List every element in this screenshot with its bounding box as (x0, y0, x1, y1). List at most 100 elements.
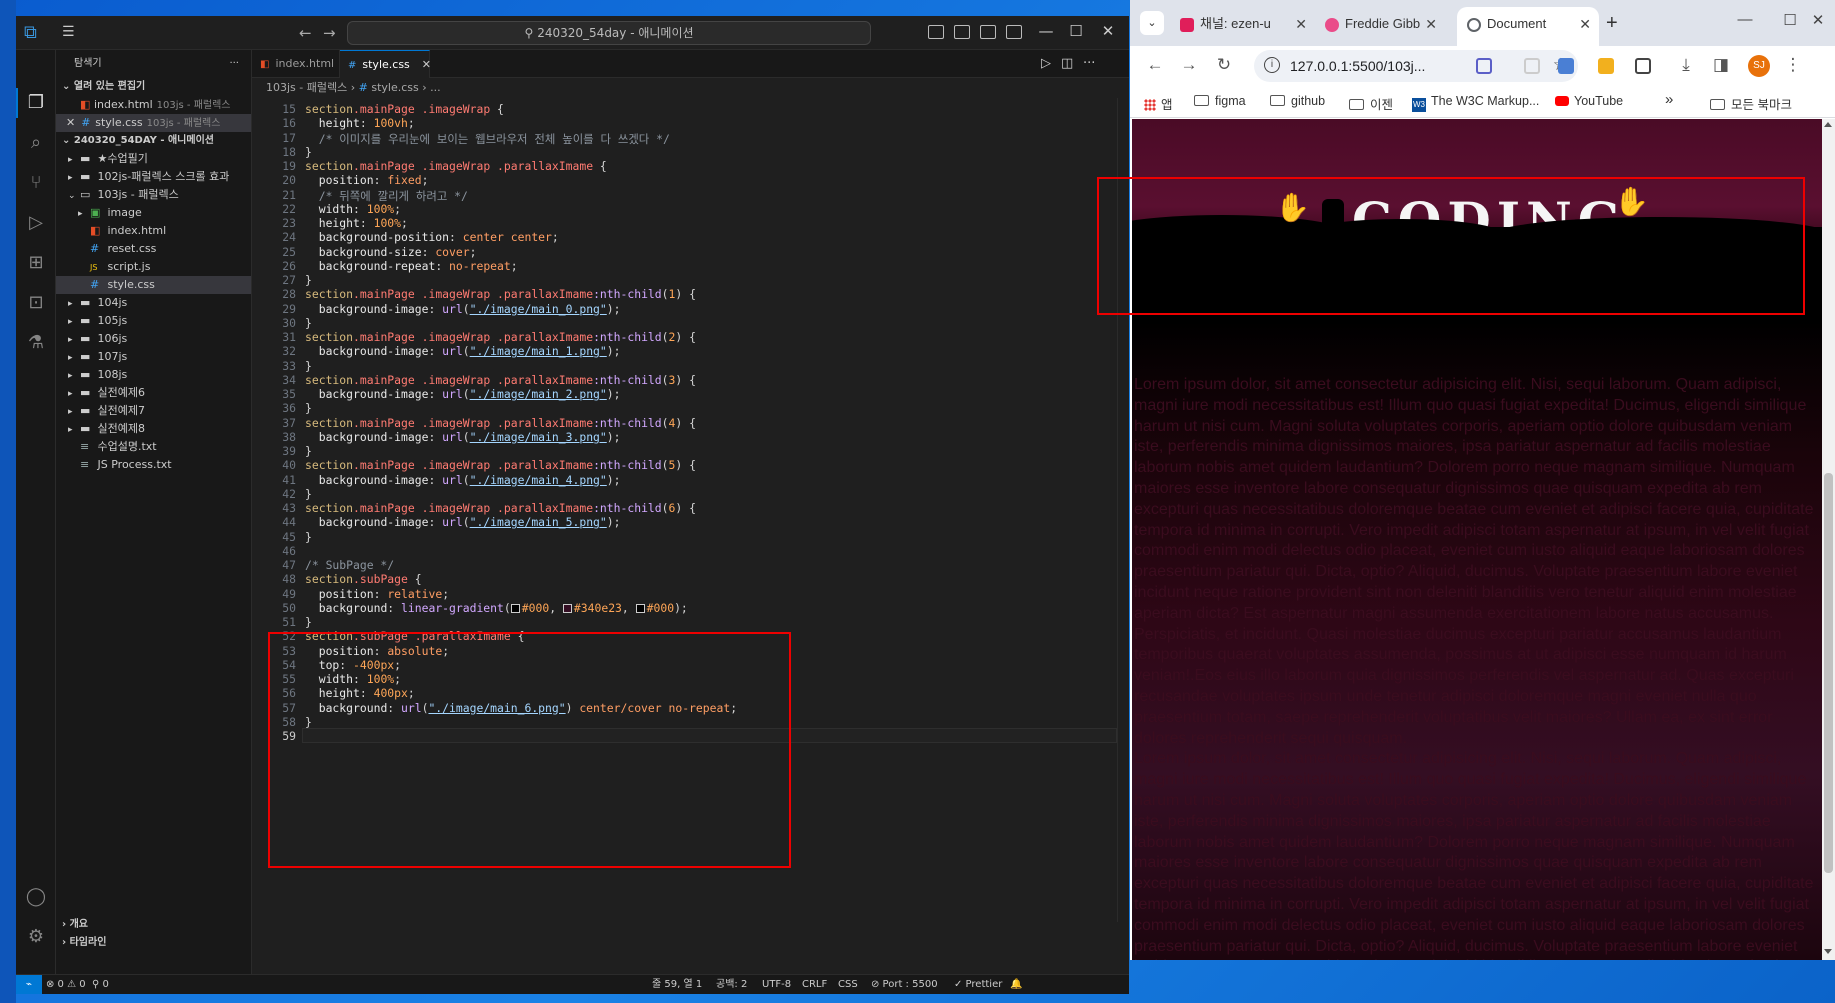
run-icon[interactable]: ▷ (1041, 56, 1051, 71)
outline-section[interactable]: › 개요 (56, 916, 251, 934)
bookmark-figma[interactable]: figma (1194, 94, 1246, 108)
search-icon[interactable]: ⌕ (25, 132, 47, 154)
reload-icon[interactable]: ↻ (1213, 55, 1235, 75)
back-arrow-icon[interactable]: ← (1144, 55, 1166, 75)
close-icon[interactable]: ✕ (1579, 7, 1591, 41)
toggle-panel-icon[interactable] (954, 25, 970, 39)
notifications-icon[interactable]: 🔔 (1010, 975, 1022, 994)
bookmark-w3c[interactable]: W3 The W3C Markup... (1412, 94, 1539, 112)
tree-item[interactable]: ▸ ▬ 실전예제8 (56, 420, 251, 438)
maximize-icon[interactable]: ☐ (1066, 22, 1086, 40)
breadcrumb-folder[interactable]: 103js - 패럴렉스 (266, 81, 347, 94)
command-center-search[interactable]: ⚲ 240320_54day - 애니메이션 (347, 21, 871, 45)
close-icon[interactable]: ✕ (1295, 7, 1307, 41)
tree-item[interactable]: ◧ index.html (56, 222, 251, 240)
close-icon[interactable]: ✕ (66, 116, 75, 129)
prettier-status[interactable]: ✓ Prettier (954, 975, 1002, 994)
account-icon[interactable]: ◯ (25, 886, 47, 908)
ports-status[interactable]: ⚲ 0 (92, 975, 109, 994)
download-icon[interactable]: ⤓ (1675, 55, 1697, 75)
indentation-status[interactable]: 공백: 2 (716, 975, 747, 994)
tree-item[interactable]: ▸ ▬ 106js (56, 330, 251, 348)
close-icon[interactable]: ✕ (1098, 22, 1118, 40)
tree-item[interactable]: JS script.js (56, 258, 251, 276)
testing-icon[interactable]: ⚗ (25, 332, 47, 354)
tree-item[interactable]: # reset.css (56, 240, 251, 258)
tree-item[interactable]: # style.css (56, 276, 251, 294)
live-server-status[interactable]: ⊘ Port : 5500 (871, 975, 938, 994)
more-bookmarks-chevron[interactable]: » (1665, 91, 1673, 108)
tree-item[interactable]: ▸ ▬ 105js (56, 312, 251, 330)
scroll-down-icon[interactable] (1824, 949, 1832, 954)
tree-item[interactable]: ▸ ▣ image (56, 204, 251, 222)
side-panel-icon[interactable]: ◨ (1710, 55, 1732, 75)
tree-item[interactable]: ▸ ▬ 108js (56, 366, 251, 384)
chrome-tab-slack[interactable]: 채널: ezen-u ✕ (1170, 7, 1315, 46)
forward-arrow-icon[interactable]: → (323, 24, 336, 42)
eol-status[interactable]: CRLF (802, 975, 827, 994)
scrollbar-thumb[interactable] (1824, 473, 1833, 873)
close-icon[interactable]: ✕ (1425, 7, 1437, 41)
tab-style-css[interactable]: # style.css ✕ (340, 50, 431, 78)
open-editor-item[interactable]: ◧ index.html 103js - 패럴렉스 (56, 96, 251, 114)
extension-icon[interactable] (1524, 58, 1540, 74)
split-editor-icon[interactable]: ◫ (1061, 56, 1073, 71)
encoding-status[interactable]: UTF-8 (762, 975, 791, 994)
profile-avatar[interactable]: SJ (1748, 55, 1770, 77)
language-status[interactable]: CSS (838, 975, 858, 994)
extensions-puzzle-icon[interactable] (1635, 58, 1651, 74)
forward-arrow-icon[interactable]: → (1178, 55, 1200, 75)
open-editor-item[interactable]: ✕ # style.css 103js - 패럴렉스 (56, 114, 251, 132)
bookmark-ezen[interactable]: 이젠 (1349, 94, 1393, 113)
open-editors-section[interactable]: ⌄ 열려 있는 편집기 (56, 78, 251, 96)
remote-icon[interactable]: ⌁ (16, 975, 42, 994)
tree-item[interactable]: ▸ ▬ 104js (56, 294, 251, 312)
bookmark-apps[interactable]: 앱 (1144, 94, 1173, 113)
tree-item[interactable]: ▸ ▬ 107js (56, 348, 251, 366)
chrome-tab-dribbble[interactable]: Freddie Gibb ✕ (1315, 7, 1445, 46)
explorer-icon[interactable]: ❐ (25, 92, 47, 114)
extension-icon[interactable] (1598, 58, 1614, 74)
toggle-primary-sidebar-icon[interactable] (928, 25, 944, 39)
tree-item[interactable]: ≡ 수업설명.txt (56, 438, 251, 456)
scroll-up-icon[interactable] (1824, 122, 1832, 127)
remote-explorer-icon[interactable]: ⊡ (25, 292, 47, 314)
timeline-section[interactable]: › 타임라인 (56, 934, 251, 952)
maximize-icon[interactable]: ☐ (1780, 11, 1800, 29)
tree-item[interactable]: ▸ ▬ 실전예제7 (56, 402, 251, 420)
back-arrow-icon[interactable]: ← (299, 24, 312, 42)
extension-icon[interactable] (1558, 58, 1574, 74)
chrome-tab-document[interactable]: Document ✕ (1457, 7, 1599, 46)
tree-item[interactable]: ≡ JS Process.txt (56, 456, 251, 474)
tree-item[interactable]: ▸ ▬ 실전예제6 (56, 384, 251, 402)
close-icon[interactable]: ✕ (422, 58, 431, 71)
new-tab-icon[interactable]: + (1606, 12, 1618, 35)
problems-status[interactable]: ⊗ 0 ⚠ 0 (46, 975, 86, 994)
close-icon[interactable]: ✕ (1808, 11, 1828, 29)
bookmark-github[interactable]: github (1270, 94, 1325, 108)
toggle-secondary-sidebar-icon[interactable] (980, 25, 996, 39)
cursor-position-status[interactable]: 줄 59, 열 1 (652, 975, 702, 994)
chrome-menu-icon[interactable]: ⋮ (1782, 55, 1804, 75)
site-info-icon[interactable]: i (1264, 57, 1280, 73)
workspace-section[interactable]: ⌄ 240320_54DAY - 애니메이션 (56, 132, 251, 150)
tab-index-html[interactable]: ◧ index.html (252, 50, 340, 78)
more-actions-icon[interactable]: ··· (229, 50, 239, 78)
bookmark-all-bookmarks[interactable]: 모든 북마크 (1710, 94, 1792, 113)
tree-item[interactable]: ⌄ ▭ 103js - 패럴렉스 (56, 186, 251, 204)
extension-icon[interactable] (1476, 58, 1492, 74)
tree-item[interactable]: ▸ ▬ 102js-패럴렉스 스크롤 효과 (56, 168, 251, 186)
tab-search-icon[interactable]: ⌄ (1140, 11, 1164, 35)
extensions-icon[interactable]: ⊞ (25, 252, 47, 274)
source-control-icon[interactable]: ⑂ (25, 172, 47, 194)
minimize-icon[interactable]: — (1036, 22, 1056, 40)
menu-icon[interactable]: ☰ (62, 25, 78, 39)
customize-layout-icon[interactable] (1006, 25, 1022, 39)
run-debug-icon[interactable]: ▷ (25, 212, 47, 234)
minimize-icon[interactable]: — (1735, 11, 1755, 28)
breadcrumb-file[interactable]: style.css (371, 81, 418, 94)
more-actions-icon[interactable]: ··· (1083, 56, 1095, 71)
tree-item[interactable]: ▸ ▬ ★수업필기 (56, 150, 251, 168)
bookmark-youtube[interactable]: YouTube (1555, 94, 1623, 108)
gear-icon[interactable]: ⚙ (25, 926, 47, 948)
